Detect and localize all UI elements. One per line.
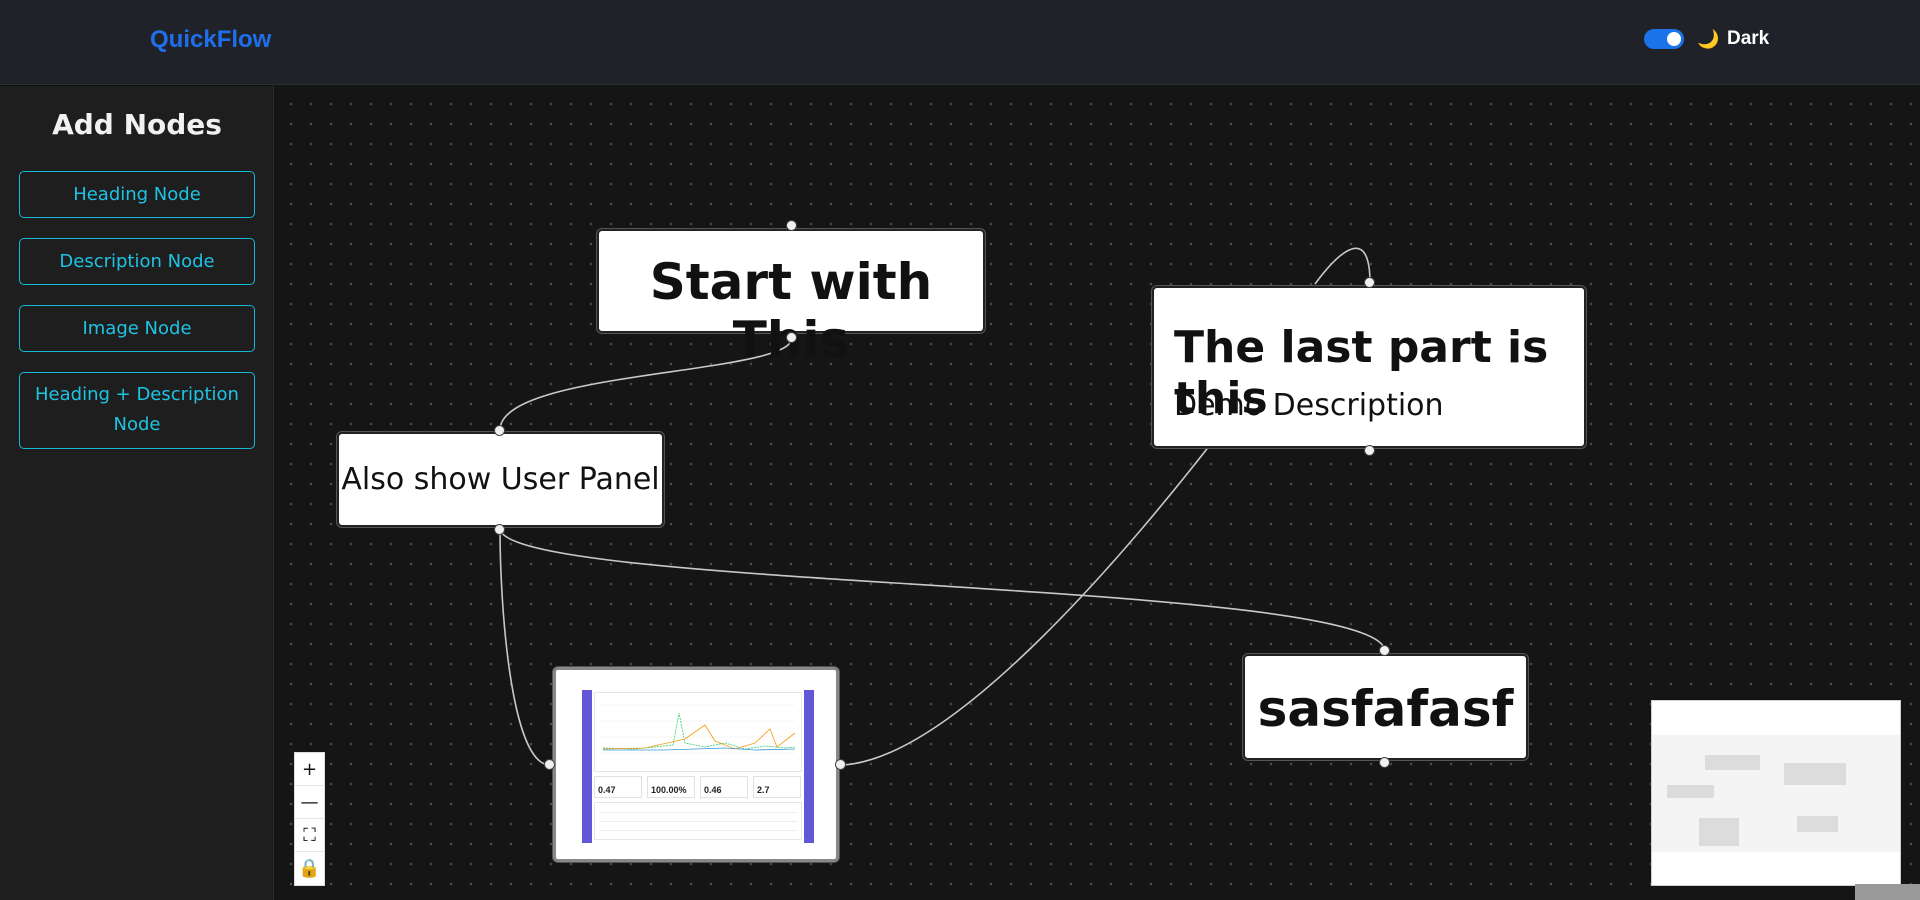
canvas-controls: + — ⛶ 🔒 <box>294 752 325 886</box>
minimap-node <box>1667 785 1714 798</box>
lock-icon[interactable]: 🔒 <box>295 852 324 885</box>
image-node[interactable]: 0.47 100.00% 0.46 2.7 <box>553 667 839 862</box>
sidebar: Add Nodes Heading Node Description Node … <box>0 86 274 900</box>
top-bar: QuickFlow 🌙 Dark <box>0 0 1920 85</box>
node-handle-left[interactable] <box>544 759 555 770</box>
node-heading: Start with This <box>649 253 933 369</box>
thumbnail-sidebar <box>582 690 592 843</box>
sidebar-title: Add Nodes <box>52 108 222 141</box>
zoom-in-icon[interactable]: + <box>295 753 324 786</box>
thumbnail-table-row <box>599 821 797 822</box>
minimap-node <box>1784 763 1846 785</box>
node-handle-bottom[interactable] <box>786 332 797 343</box>
theme-label: Dark <box>1727 28 1770 49</box>
thumbnail-table-row <box>599 830 797 831</box>
thumbnail-kpi: 0.47 <box>594 776 642 798</box>
node-handle-top[interactable] <box>494 425 505 436</box>
description-node-user-panel[interactable]: Also show User Panel <box>337 432 664 527</box>
thumbnail-kpi: 0.46 <box>700 776 748 798</box>
add-image-node-button[interactable]: Image Node <box>19 305 255 352</box>
node-handle-top[interactable] <box>786 220 797 231</box>
zoom-out-icon[interactable]: — <box>295 786 324 819</box>
thumbnail-table <box>594 802 802 840</box>
node-handle-bottom[interactable] <box>494 524 505 535</box>
node-heading: sasfafasf <box>1257 680 1514 738</box>
thumbnail-chart-panel <box>594 692 802 772</box>
node-handle-bottom[interactable] <box>1364 445 1375 456</box>
add-heading-description-node-button[interactable]: Heading + Description Node <box>19 372 255 449</box>
toggle-knob <box>1667 32 1681 46</box>
heading-node-sasfafasf[interactable]: sasfafasf <box>1243 654 1528 760</box>
minimap-node <box>1699 818 1739 846</box>
theme-toggle[interactable] <box>1644 29 1684 49</box>
thumbnail-chart <box>601 704 796 754</box>
fit-view-icon[interactable]: ⛶ <box>295 819 324 852</box>
node-image-thumbnail: 0.47 100.00% 0.46 2.7 <box>582 690 814 843</box>
thumbnail-table-row <box>599 812 797 813</box>
minimap-node <box>1797 816 1838 832</box>
minimap-node <box>1705 755 1760 770</box>
node-handle-bottom[interactable] <box>1379 757 1390 768</box>
minimap[interactable] <box>1651 700 1901 886</box>
app-brand[interactable]: QuickFlow <box>150 26 271 54</box>
moon-icon: 🌙 <box>1697 29 1720 50</box>
heading-node-start[interactable]: Start with This <box>597 229 985 369</box>
thumbnail-sidebar <box>804 690 814 843</box>
node-description: Also show User Panel <box>341 462 660 497</box>
attribution-tag <box>1855 884 1920 900</box>
thumbnail-kpi: 2.7 <box>753 776 801 798</box>
node-handle-top[interactable] <box>1364 277 1375 288</box>
node-handle-right[interactable] <box>835 759 846 770</box>
node-handle-top[interactable] <box>1379 645 1390 656</box>
heading-description-node-last[interactable]: The last part is this Demo Description <box>1152 286 1586 448</box>
add-heading-node-button[interactable]: Heading Node <box>19 171 255 218</box>
thumbnail-kpi: 100.00% <box>647 776 695 798</box>
add-description-node-button[interactable]: Description Node <box>19 238 255 285</box>
node-description: Demo Description <box>1174 388 1444 423</box>
